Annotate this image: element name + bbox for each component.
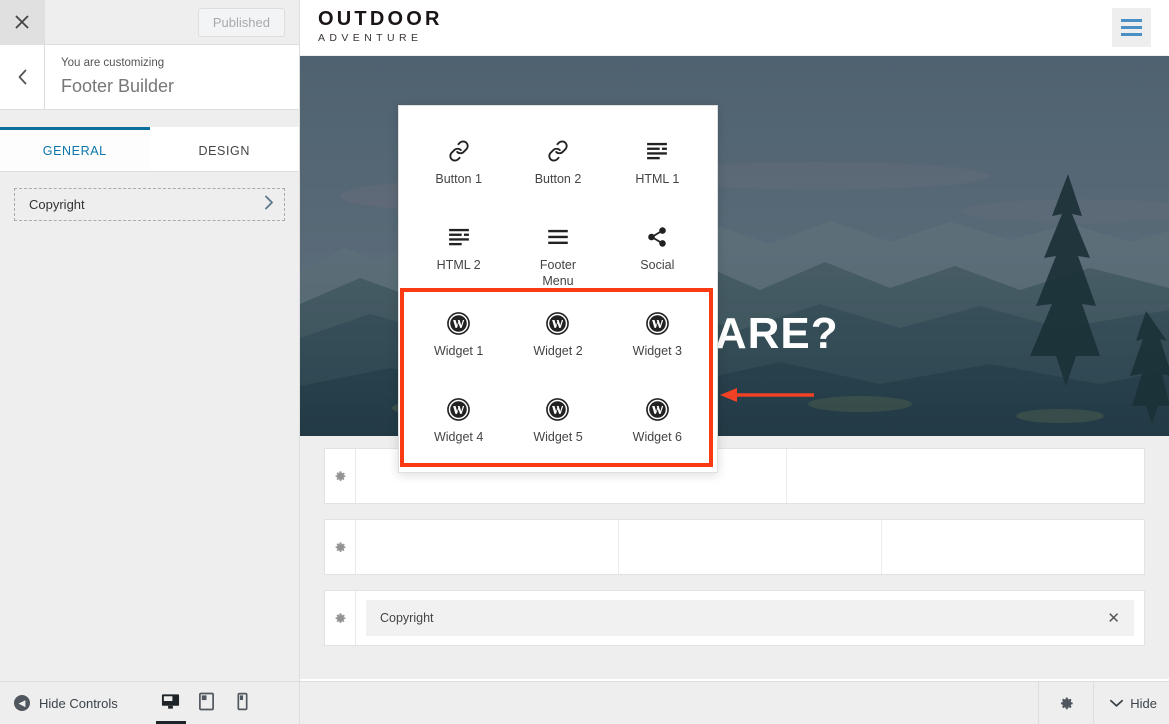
footer-row-2-columns — [356, 520, 1144, 574]
gear-icon[interactable] — [325, 449, 356, 503]
footer-column[interactable] — [787, 449, 1144, 503]
device-preview-switcher — [155, 682, 258, 724]
customizer-header: You are customizing Footer Builder — [0, 44, 299, 110]
customizer-bottom-bar: ◀ Hide Controls Hide — [0, 681, 1169, 724]
mobile-icon[interactable] — [228, 682, 258, 724]
picker-item-button-2[interactable]: Button 2 — [508, 124, 607, 210]
link-icon — [448, 134, 470, 168]
publish-button[interactable]: Published — [197, 7, 285, 37]
picker-item-widget-5[interactable]: Widget 5 — [508, 382, 607, 468]
sidebar-item-label: Copyright — [29, 197, 85, 212]
hamburger-line — [1121, 33, 1142, 36]
picker-item-widget-4[interactable]: Widget 4 — [409, 382, 508, 468]
picker-item-label: Social — [640, 258, 675, 272]
tab-design[interactable]: DESIGN — [149, 127, 299, 171]
customizer-topbar: Published — [0, 0, 299, 45]
gear-icon[interactable] — [325, 520, 356, 574]
close-icon[interactable]: ✕ — [1107, 609, 1120, 627]
picker-item-widget-6[interactable]: Widget 6 — [608, 382, 707, 468]
footer-row-2[interactable] — [324, 519, 1145, 575]
footer-column[interactable] — [619, 520, 882, 574]
hide-footer-button[interactable]: Hide — [1093, 682, 1169, 724]
customizer-panel-body: Copyright — [0, 172, 299, 681]
item-picker-grid: Button 1 Button 2 HTML 1 HTML 2 Footer M… — [409, 124, 707, 468]
menu-lines-icon — [547, 220, 569, 254]
picker-item-label: Widget 2 — [533, 344, 583, 358]
picker-item-label: Widget 4 — [433, 430, 484, 444]
link-icon — [547, 134, 569, 168]
bottom-bar-right: Hide — [300, 682, 1169, 724]
footer-column[interactable] — [882, 520, 1144, 574]
hamburger-menu-icon[interactable] — [1112, 8, 1151, 47]
copyright-item-chip[interactable]: Copyright ✕ — [366, 600, 1134, 636]
picker-item-widget-3[interactable]: Widget 3 — [608, 296, 707, 382]
picker-item-label: Widget 3 — [632, 344, 682, 358]
text-lines-icon — [448, 220, 470, 254]
picker-item-label: Widget 1 — [433, 344, 484, 358]
customizer-screen: Published You are customizing Footer Bui… — [0, 0, 1169, 724]
share-icon — [646, 220, 668, 254]
wordpress-icon — [546, 306, 570, 340]
chevron-left-icon[interactable] — [0, 44, 45, 110]
close-icon[interactable] — [0, 0, 45, 45]
chevron-down-icon — [1110, 696, 1124, 711]
picker-item-label: HTML 1 — [635, 172, 680, 186]
item-picker-popup: Button 1 Button 2 HTML 1 HTML 2 Footer M… — [398, 105, 718, 473]
footer-row-3-columns: Copyright ✕ — [356, 591, 1144, 645]
hide-controls-label: Hide Controls — [39, 695, 118, 711]
hide-controls-button[interactable]: ◀ Hide Controls — [0, 695, 118, 711]
logo-main-text: OUTDOOR — [318, 8, 443, 31]
footer-column[interactable] — [356, 520, 619, 574]
hide-footer-label: Hide — [1130, 695, 1157, 711]
picker-item-button-1[interactable]: Button 1 — [409, 124, 508, 210]
picker-item-widget-1[interactable]: Widget 1 — [409, 296, 508, 382]
site-header: OUTDOOR ADVENTURE — [300, 0, 1169, 56]
picker-item-label: Widget 6 — [632, 430, 682, 444]
picker-item-html-1[interactable]: HTML 1 — [608, 124, 707, 210]
tablet-icon[interactable] — [192, 682, 222, 724]
collapse-left-icon: ◀ — [14, 695, 30, 711]
picker-item-label: Footer Menu — [539, 258, 577, 288]
customizer-titlebox: You are customizing Footer Builder — [45, 55, 174, 98]
sidebar-item-copyright[interactable]: Copyright — [14, 188, 285, 221]
desktop-icon[interactable] — [155, 682, 186, 724]
copyright-chip-label: Copyright — [380, 611, 434, 625]
tab-general[interactable]: GENERAL — [0, 127, 150, 171]
site-logo[interactable]: OUTDOOR ADVENTURE — [318, 8, 443, 47]
picker-item-footer-menu[interactable]: Footer Menu — [508, 210, 607, 296]
wordpress-icon — [645, 392, 669, 426]
gear-icon[interactable] — [325, 591, 356, 645]
customizer-tabs: GENERAL DESIGN — [0, 127, 299, 172]
wordpress-icon — [447, 306, 471, 340]
wordpress-icon — [546, 392, 570, 426]
gear-icon[interactable] — [1038, 682, 1093, 724]
customizing-label: You are customizing — [61, 57, 165, 70]
chevron-right-icon — [264, 195, 274, 215]
logo-sub-text: ADVENTURE — [318, 32, 423, 45]
page-title: Footer Builder — [61, 75, 175, 96]
wordpress-icon — [645, 306, 669, 340]
picker-item-label: Button 1 — [435, 172, 482, 186]
hamburger-line — [1121, 19, 1142, 22]
picker-item-html-2[interactable]: HTML 2 — [409, 210, 508, 296]
text-lines-icon — [646, 134, 668, 168]
hamburger-line — [1121, 26, 1142, 29]
picker-item-label: Button 2 — [534, 172, 582, 186]
picker-item-label: Widget 5 — [533, 430, 583, 444]
customizer-sidebar: Published You are customizing Footer Bui… — [0, 0, 300, 681]
footer-row-3[interactable]: Copyright ✕ — [324, 590, 1145, 646]
bottom-bar-left: ◀ Hide Controls — [0, 682, 300, 724]
picker-item-label: HTML 2 — [436, 258, 481, 272]
wordpress-icon — [447, 392, 471, 426]
picker-item-widget-2[interactable]: Widget 2 — [508, 296, 607, 382]
picker-item-social[interactable]: Social — [608, 210, 707, 296]
